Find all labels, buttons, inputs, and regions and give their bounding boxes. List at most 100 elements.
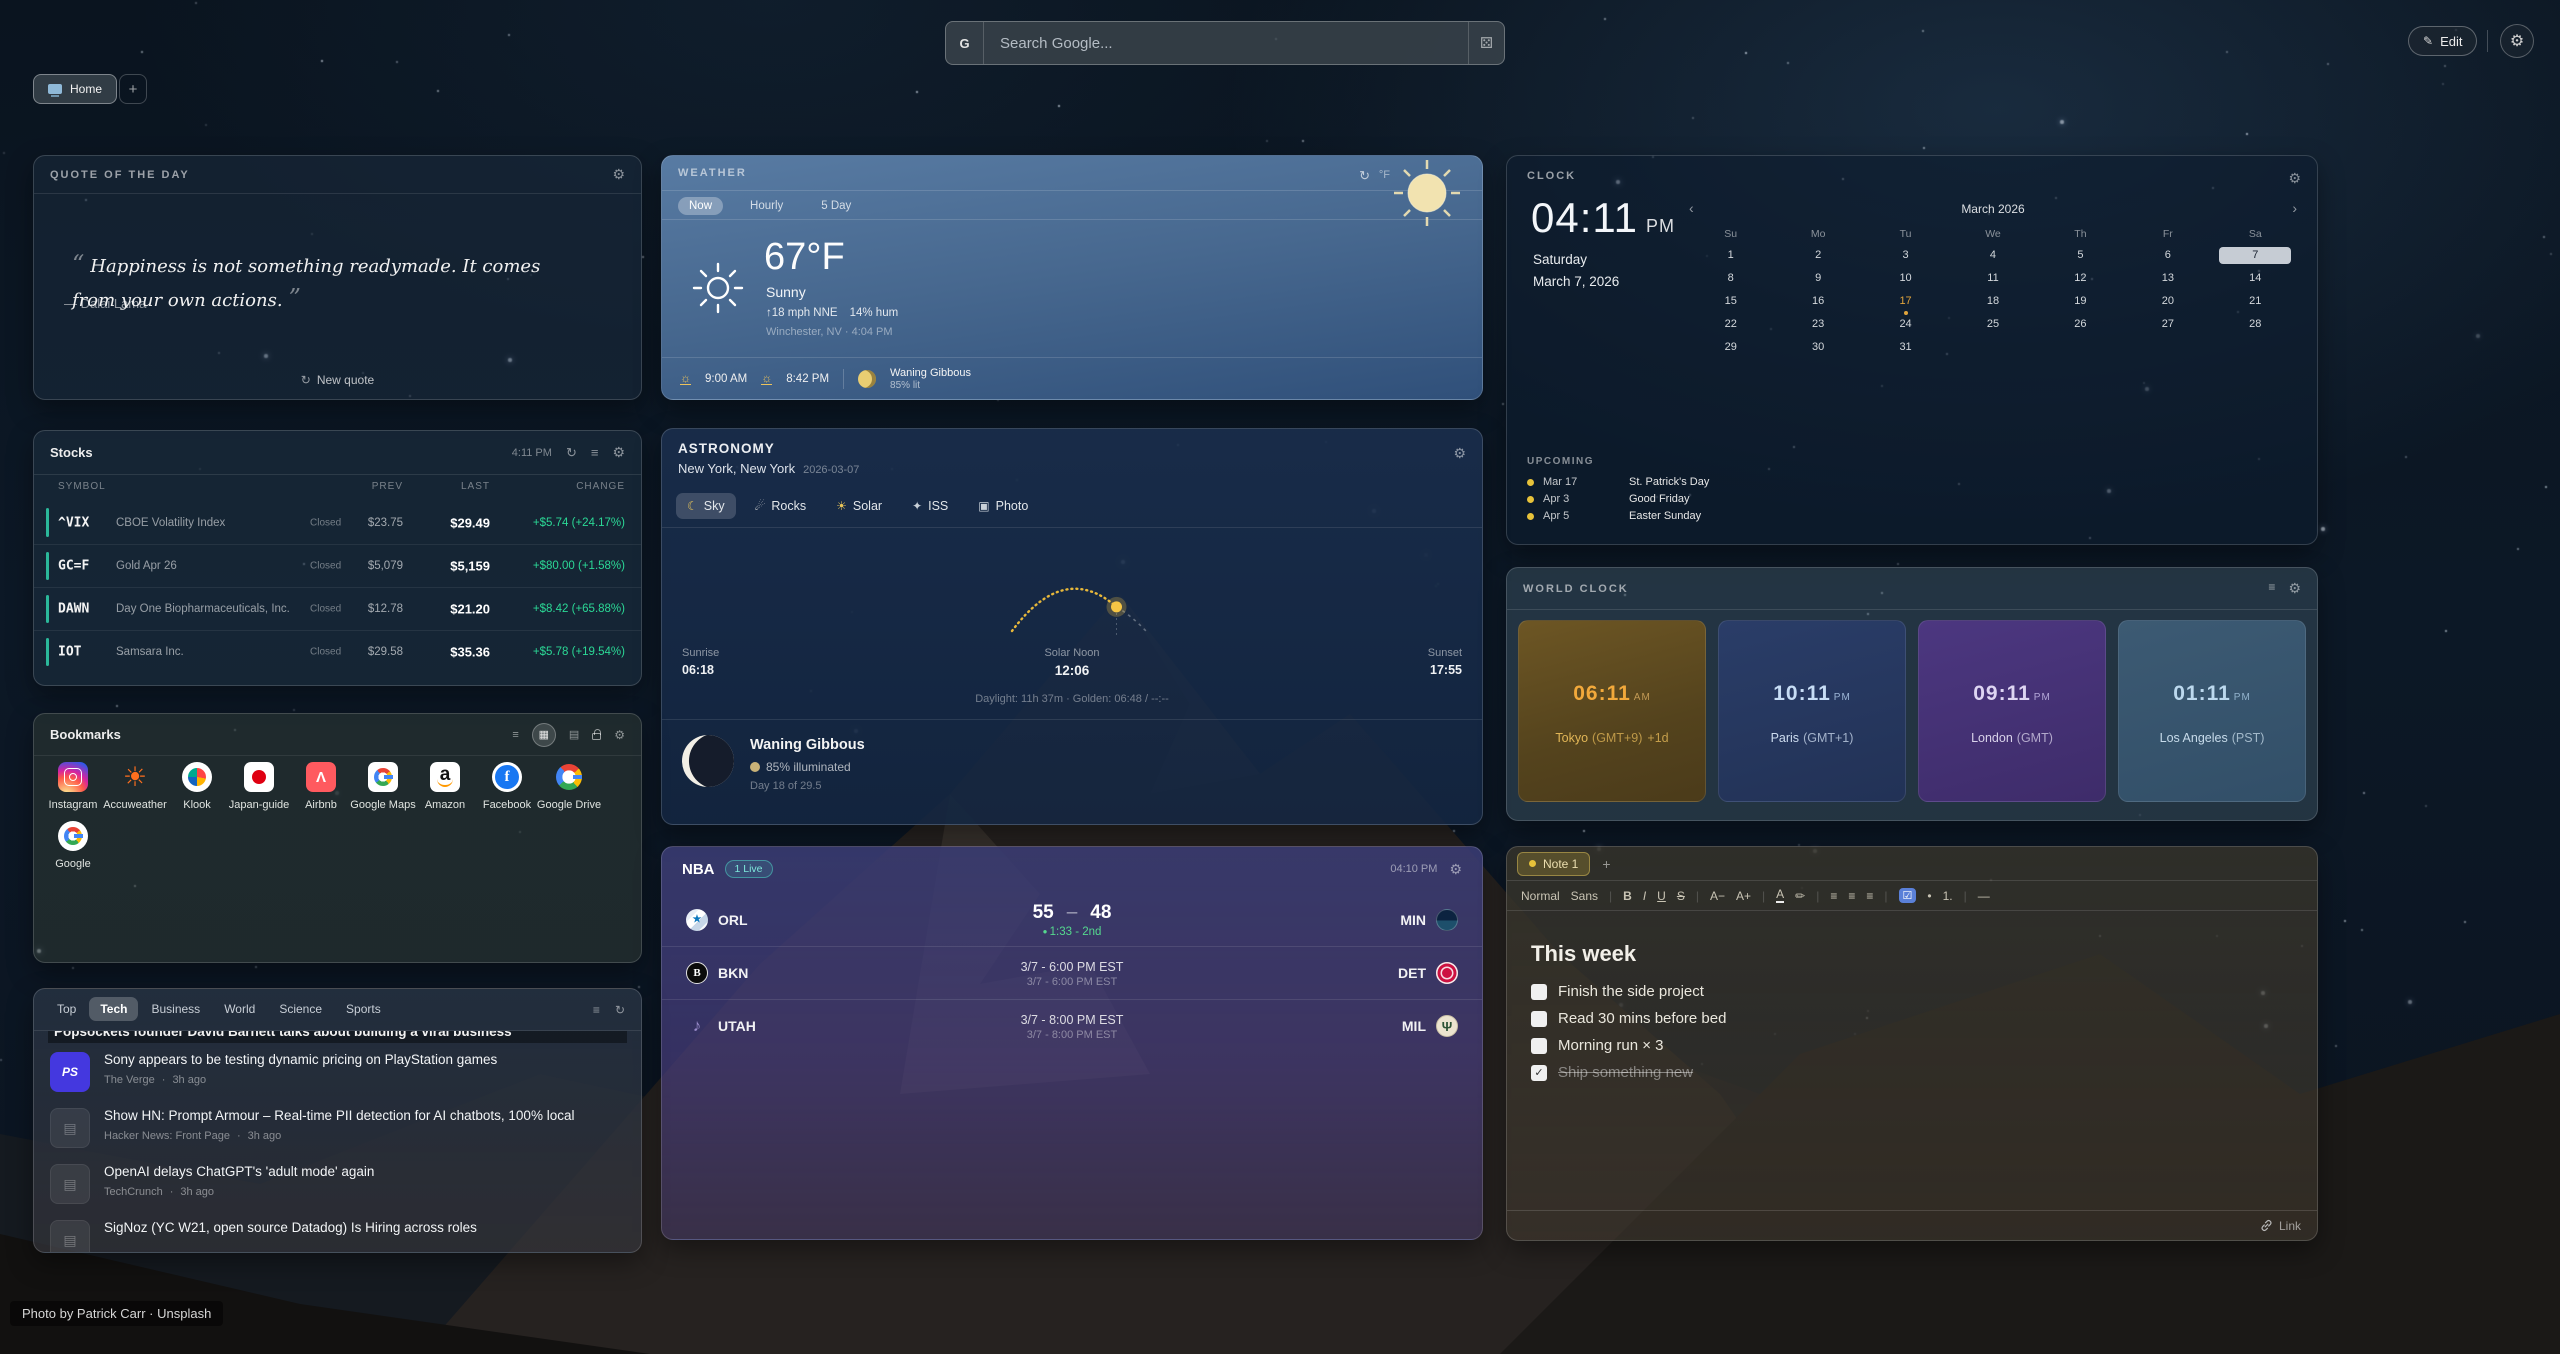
bookmark-item[interactable]: Japan-guide [228,762,290,811]
calendar-day[interactable]: 30 [1774,339,1861,356]
news-tab[interactable]: World [213,997,266,1021]
checkbox[interactable] [1531,1065,1547,1081]
bookmark-item[interactable]: Google Maps [352,762,414,811]
calendar-day[interactable]: 8 [1687,270,1774,287]
checkbox[interactable] [1531,984,1547,1000]
calendar-day[interactable]: 27 [2124,316,2211,333]
calendar-day[interactable]: 15 [1687,293,1774,310]
astronomy-tab[interactable]: Solar [825,493,893,519]
upcoming-event[interactable]: Apr 3 Good Friday [1527,493,1709,505]
astronomy-tab[interactable]: Photo [967,493,1039,519]
search-input[interactable] [984,22,1468,64]
note-tool-button[interactable]: I [1643,889,1646,903]
weather-tab[interactable]: Now [678,196,723,215]
list-icon[interactable]: ≡ [2268,580,2275,597]
astronomy-tab[interactable]: Rocks [744,493,818,519]
calendar-day[interactable]: 26 [2037,316,2124,333]
bookmark-item[interactable]: Amazon [414,762,476,811]
note-tool-button[interactable]: | [1609,889,1612,903]
news-tab[interactable]: Top [46,997,87,1021]
news-tab[interactable]: Science [268,997,333,1021]
settings-button[interactable]: ⚙ [2500,24,2534,58]
calendar-day[interactable]: 22 [1687,316,1774,333]
calendar-next-button[interactable]: › [2292,200,2297,216]
news-item[interactable]: SigNoz (YC W21, open source Datadog) Is … [34,1211,641,1252]
bookmark-item[interactable]: Instagram [42,762,104,811]
edit-button[interactable]: ✎ Edit [2408,26,2477,56]
note-tool-button[interactable]: | [1696,889,1699,903]
calendar-day[interactable]: 23 [1774,316,1861,333]
stock-row[interactable]: GC=F Gold Apr 26 Closed $5,079 $5,159 +$… [34,544,641,587]
bookmark-item[interactable]: Google Drive [538,762,600,811]
calendar-day[interactable]: 1 [1687,247,1774,264]
calendar-day[interactable]: 28 [2212,316,2299,333]
unit-toggle[interactable]: °F [1379,169,1390,181]
gear-icon[interactable]: ⚙ [614,728,625,742]
lock-icon[interactable] [592,733,601,740]
news-tab[interactable]: Tech [89,997,138,1021]
note-tool-button[interactable]: B [1623,889,1632,903]
note-tool-button[interactable]: A+ [1736,889,1751,903]
note-tool-button[interactable]: ≡ [1866,889,1873,903]
gear-icon[interactable]: ⚙ [1453,445,1466,462]
calendar-day[interactable]: 9 [1774,270,1861,287]
note-tool-button[interactable]: ✏ [1795,889,1805,903]
calendar-day[interactable]: 13 [2124,270,2211,287]
note-link-button[interactable]: Link [2279,1219,2301,1233]
list-view-icon[interactable]: ≡ [512,729,518,741]
bookmark-item[interactable]: Google [42,821,104,870]
calendar-day[interactable]: 21 [2212,293,2299,310]
note-tool-button[interactable]: | [1816,889,1819,903]
bookmark-item[interactable]: Klook [166,762,228,811]
note-tool-button[interactable]: | [1884,889,1887,903]
note-editor[interactable]: This week Finish the side project Read 3… [1531,911,2293,1206]
card-view-icon[interactable]: ▤ [569,728,579,741]
calendar-day[interactable]: 10 [1862,270,1949,287]
calendar-day[interactable]: 3 [1862,247,1949,264]
photo-credit[interactable]: Photo by Patrick Carr · Unsplash [10,1301,223,1326]
calendar-day[interactable]: 2 [1774,247,1861,264]
calendar-day[interactable]: 24 [1862,316,1949,333]
calendar-day[interactable]: 6 [2124,247,2211,264]
dice-icon[interactable]: ⚄ [1468,22,1504,64]
calendar-day[interactable]: 12 [2037,270,2124,287]
grid-view-icon[interactable]: ▦ [532,723,556,747]
nba-game-row[interactable]: UTAH 3/7 - 8:00 PM EST 3/7 - 8:00 PM EST [662,999,1482,1052]
upcoming-event[interactable]: Apr 5 Easter Sunday [1527,510,1709,522]
calendar-day[interactable]: 18 [1949,293,2036,310]
gear-icon[interactable]: ⚙ [612,166,625,183]
news-item[interactable]: OpenAI delays ChatGPT's 'adult mode' aga… [34,1155,641,1211]
calendar-day[interactable]: 29 [1687,339,1774,356]
gear-icon[interactable]: ⚙ [2288,170,2301,187]
astronomy-tab[interactable]: ISS [901,493,959,519]
weather-tab[interactable]: Hourly [739,196,794,215]
calendar-day[interactable]: 17 [1862,293,1949,310]
stock-row[interactable]: IOT Samsara Inc. Closed $29.58 $35.36 +$… [34,630,641,673]
checkbox[interactable] [1531,1038,1547,1054]
note-tool-button[interactable]: ≡ [1848,889,1855,903]
note-tool-button[interactable]: 1. [1943,889,1953,903]
calendar-day[interactable]: 5 [2037,247,2124,264]
calendar-day[interactable]: 16 [1774,293,1861,310]
note-tool-button[interactable]: ☑ [1899,888,1917,903]
note-tool-button[interactable]: A [1776,888,1784,903]
news-item[interactable]: Sony appears to be testing dynamic prici… [34,1043,641,1099]
weather-tab[interactable]: 5 Day [810,196,862,215]
news-tab[interactable]: Business [140,997,211,1021]
news-headline-clipped[interactable]: Popsockets founder David Barnett talks a… [48,1031,627,1043]
note-tool-button[interactable]: — [1978,889,1990,903]
gear-icon[interactable]: ⚙ [612,444,625,461]
calendar-day[interactable]: 20 [2124,293,2211,310]
calendar-day[interactable]: 7 [2212,247,2299,264]
nba-game-row[interactable]: BKN 3/7 - 6:00 PM EST 3/7 - 6:00 PM EST [662,946,1482,999]
note-tool-button[interactable]: A− [1710,889,1725,903]
add-note-button[interactable]: + [1602,856,1610,872]
note-tool-button[interactable]: | [1964,889,1967,903]
note-tool-button[interactable]: • [1927,889,1931,903]
refresh-icon[interactable]: ↻ [1359,168,1370,184]
search-engine-badge[interactable]: G [946,22,984,64]
refresh-icon[interactable]: ↻ [566,445,577,461]
nba-game-row[interactable]: ORL 55 – 48 1:33 - 2nd MI [662,893,1482,946]
list-icon[interactable]: ≡ [593,1003,600,1017]
checkbox[interactable] [1531,1011,1547,1027]
